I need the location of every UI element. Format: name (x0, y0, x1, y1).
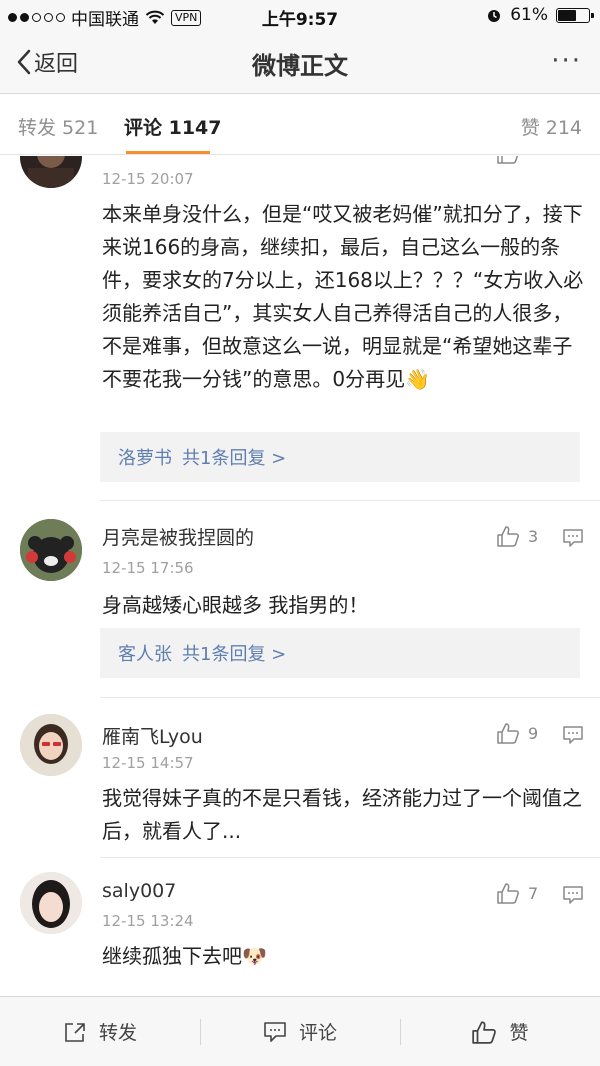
reply-comment-icon[interactable] (562, 725, 584, 745)
tab-likes[interactable]: 赞 214 (521, 113, 582, 140)
reply-summary[interactable]: 洛萝书 共1条回复 > (100, 432, 580, 482)
comment-text: 继续孤独下去吧🐶 (102, 944, 267, 968)
repost-icon (65, 1022, 85, 1042)
reply-username[interactable]: 客人张 (118, 644, 172, 665)
navigation-bar: 返回 微博正文 ··· (0, 32, 600, 94)
reply-count[interactable]: 共1条回复 > (182, 448, 286, 469)
user-avatar[interactable] (20, 156, 82, 188)
comment-text: 身高越矮心眼越多 我指男的！ (102, 593, 369, 617)
tab-bar: 转发 521 评论 1147 赞 214 (0, 95, 600, 155)
like-count: 7 (528, 883, 539, 903)
repost-button[interactable]: 转发 (0, 997, 200, 1066)
battery-percent: 61% (510, 5, 548, 25)
comment-list: 12-15 20:07 本来单身没什么，但是“哎又被老妈催”就扣分了，接下来说1… (0, 156, 600, 996)
status-right: 61% (486, 5, 594, 25)
thumbs-up-icon (497, 883, 519, 904)
reply-username[interactable]: 洛萝书 (118, 448, 172, 469)
comment-label: 评论 (298, 1022, 337, 1044)
comment-username[interactable]: saly007 (102, 880, 176, 902)
like-count: 9 (528, 723, 539, 743)
comment-like-button[interactable] (496, 156, 528, 164)
comment-username[interactable]: 雁南飞Lyou (102, 722, 203, 749)
reply-count[interactable]: 共1条回复 > (182, 644, 286, 665)
reply-summary[interactable]: 客人张 共1条回复 > (100, 628, 580, 678)
status-bar: 中国联通 VPN 上午9:57 61% (0, 0, 600, 32)
comment-username[interactable]: 月亮是被我捏圆的 (102, 523, 254, 550)
comment-icon (264, 1021, 286, 1042)
user-avatar[interactable] (20, 872, 82, 934)
page-title: 微博正文 (252, 52, 348, 80)
user-avatar[interactable] (20, 519, 82, 581)
like-button[interactable]: 赞 (400, 997, 600, 1066)
like-count: 3 (528, 526, 539, 546)
comment-time: 12-15 17:56 (102, 559, 194, 577)
comment-time: 12-15 13:24 (102, 912, 194, 930)
divider (100, 857, 600, 858)
thumbs-up-icon (497, 723, 519, 744)
divider (100, 697, 600, 698)
tab-repost[interactable]: 转发 521 (18, 113, 98, 140)
comment-like-button[interactable]: 3 (496, 525, 538, 547)
repost-label: 转发 (98, 1022, 137, 1044)
like-label: 赞 (509, 1022, 529, 1044)
alarm-clock-icon (488, 10, 501, 22)
comment-text: 我觉得妹子真的不是只看钱，经济能力过了一个阈值之后，就看人了... (102, 786, 582, 843)
active-tab-indicator (126, 151, 210, 154)
comment-text: 本来单身没什么，但是“哎又被老妈催”就扣分了，接下来说166的身高，继续扣，最后… (102, 202, 584, 391)
thumbs-up-icon (497, 526, 519, 547)
divider (100, 500, 600, 501)
battery-icon (556, 7, 594, 23)
thumbs-up-icon (472, 1020, 497, 1044)
comment-time: 12-15 14:57 (102, 754, 194, 772)
comment-like-button[interactable]: 7 (496, 882, 538, 904)
reply-comment-icon[interactable] (562, 885, 584, 905)
bottom-action-bar: 转发 评论 赞 (0, 996, 600, 1066)
more-options-button[interactable]: ··· (551, 46, 582, 76)
comment-like-button[interactable]: 9 (496, 722, 538, 744)
thumbs-up-icon (497, 156, 519, 164)
comment-button[interactable]: 评论 (200, 997, 400, 1066)
user-avatar[interactable] (20, 714, 82, 776)
comment-time: 12-15 20:07 (102, 170, 194, 188)
reply-comment-icon[interactable] (562, 528, 584, 548)
